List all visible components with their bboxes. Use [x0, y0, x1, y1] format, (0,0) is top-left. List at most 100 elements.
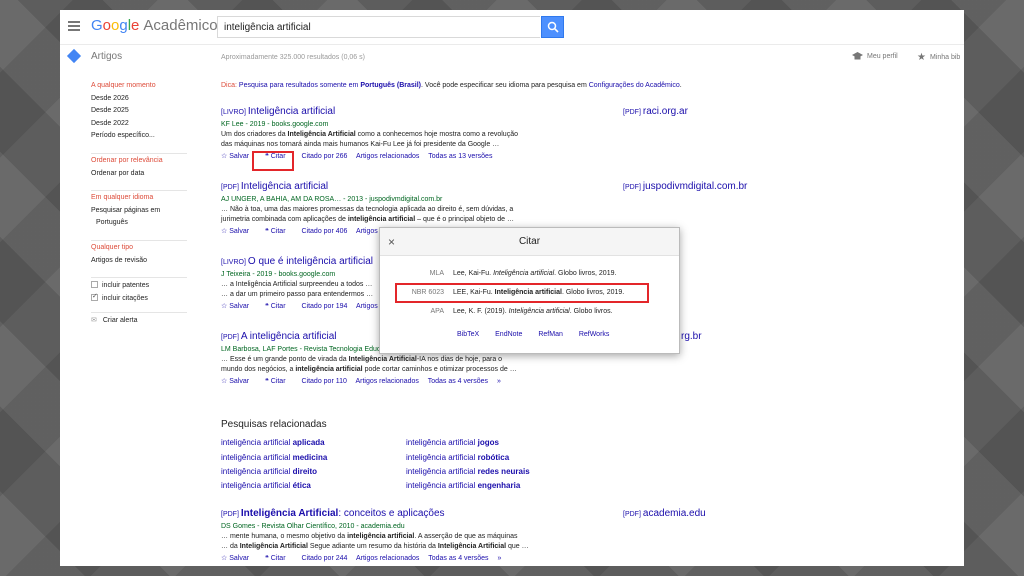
cite-dialog: × Citar MLA Lee, Kai-Fu. Inteligência ar… [379, 227, 680, 354]
result-tag: [PDF] [221, 334, 239, 341]
divider [91, 152, 187, 154]
cited-by-link[interactable]: Citado por 110 [301, 378, 346, 385]
export-links: BibTeX EndNote RefMan RefWorks [457, 331, 623, 338]
save-button[interactable]: ☆ Salvar [221, 303, 256, 310]
divider [91, 312, 187, 314]
time-filter-option[interactable]: Desde 2026 [91, 95, 191, 108]
cite-dialog-title: Citar [518, 236, 541, 247]
save-button[interactable]: ☆ Salvar [221, 153, 256, 160]
cited-by-link[interactable]: Citado por 244 [301, 555, 347, 562]
section-label[interactable]: Artigos [91, 51, 122, 62]
cite-button[interactable]: ❝ Citar [265, 555, 293, 562]
nbr-highlight-box [395, 283, 649, 303]
all-versions-link[interactable]: Todas as 4 versões [428, 555, 488, 562]
result-snippet: … mente humana, o mesmo objetivo da inte… [221, 533, 529, 550]
envelope-icon: ✉ [91, 317, 97, 325]
result-snippet: Um dos criadores da Inteligência Artific… [221, 131, 518, 148]
divider [91, 190, 187, 192]
result-title[interactable]: Inteligência artificial [248, 106, 335, 117]
related-search-link[interactable]: inteligência artificial jogos [406, 438, 499, 447]
hamburger-menu-icon[interactable] [68, 21, 80, 31]
cite-button[interactable]: ❝ Citar [265, 378, 293, 385]
scholar-settings-link[interactable]: Configurações do Acadêmico [589, 82, 680, 89]
result-title[interactable]: A inteligência artificial [241, 331, 337, 342]
articles-icon [66, 48, 82, 64]
all-versions-link[interactable]: Todas as 4 versões [428, 378, 488, 385]
result-tag: [PDF] [221, 184, 239, 191]
search-button[interactable] [541, 16, 564, 38]
result-tag: [PDF] [221, 511, 239, 518]
search-input[interactable]: inteligência artificial [217, 16, 540, 38]
checkbox-checked-icon [91, 292, 98, 301]
time-filter-selected[interactable]: A qualquer momento [91, 82, 191, 95]
sort-date[interactable]: Ordenar por data [91, 170, 191, 183]
related-search-link[interactable]: inteligência artificial medicina [221, 453, 327, 462]
save-button[interactable]: ☆ Salvar [221, 228, 256, 235]
time-filter-option[interactable]: Desde 2025 [91, 107, 191, 120]
endnote-link[interactable]: EndNote [495, 331, 522, 338]
lang-portuguese-label[interactable]: Português [91, 219, 191, 232]
related-search-link[interactable]: inteligência artificial robótica [406, 453, 509, 462]
create-alert-link[interactable]: ✉ Criar alerta [91, 316, 191, 329]
result-side-link[interactable]: [PDF] academia.edu [623, 508, 706, 519]
cite-dialog-header: × Citar [380, 228, 679, 256]
result-snippet: … Esse é um grande ponto de virada da In… [221, 356, 517, 373]
divider [91, 277, 187, 279]
results-area: Dica: Pesquisa para resultados somente e… [221, 82, 921, 562]
include-patents-checkbox[interactable]: incluir patentes [91, 281, 191, 294]
google-scholar-logo[interactable]: Google Acadêmico [91, 17, 218, 34]
related-search-link[interactable]: inteligência artificial aplicada [221, 438, 325, 447]
result-authors: KF Lee - 2019 - books.google.com [221, 121, 329, 128]
save-button[interactable]: ☆ Salvar [221, 555, 256, 562]
bibtex-link[interactable]: BibTeX [457, 331, 479, 338]
related-search-link[interactable]: inteligência artificial engenharia [406, 481, 520, 490]
result-title[interactable]: Inteligência Artificial: conceitos e apl… [241, 508, 445, 519]
result-title[interactable]: O que é inteligência artificial [248, 256, 373, 267]
all-versions-link[interactable]: Todas as 13 versões [428, 153, 492, 160]
result-authors: DS Gomes - Revista Olhar Científico, 201… [221, 523, 405, 530]
refworks-link[interactable]: RefWorks [579, 331, 610, 338]
browser-window: Google Acadêmico inteligência artificial … [60, 10, 964, 566]
graduation-cap-icon [852, 52, 863, 60]
lang-portuguese[interactable]: Pesquisar páginas em [91, 207, 191, 220]
sort-relevance[interactable]: Ordenar por relevância [91, 157, 191, 170]
type-any[interactable]: Qualquer tipo [91, 244, 191, 257]
divider [91, 239, 187, 241]
related-articles-link[interactable]: Artigos relacionados [356, 153, 419, 160]
my-library-link[interactable]: ★ Minha bib [917, 52, 960, 63]
result-side-link[interactable]: [PDF] juspodivmdigital.com.br [623, 181, 747, 192]
related-articles-link[interactable]: Artigos relacionados [356, 555, 419, 562]
related-search-link[interactable]: inteligência artificial direito [221, 467, 317, 476]
result-title[interactable]: Inteligência artificial [241, 181, 328, 192]
cited-by-link[interactable]: Citado por 406 [301, 228, 347, 235]
cited-by-link[interactable]: Citado por 266 [301, 153, 347, 160]
include-citations-checkbox[interactable]: incluir citações [91, 292, 191, 307]
result-tag: [LIVRO] [221, 109, 246, 116]
more-icon[interactable]: » [497, 378, 501, 385]
portuguese-results-link[interactable]: Pesquisa para resultados somente em Port… [239, 82, 421, 89]
cite-button[interactable]: ❝ Citar [265, 303, 293, 310]
result-authors: AJ UNGER, A BAHIA, AM DA ROSA… - 2013 - … [221, 196, 443, 203]
related-articles-link[interactable]: Artigos relacionados [355, 378, 418, 385]
result-side-link[interactable]: [PDF] raci.org.ar [623, 106, 688, 117]
cited-by-link[interactable]: Citado por 194 [301, 303, 347, 310]
result-side-link[interactable]: rg.br [681, 331, 702, 342]
time-filter-option[interactable]: Desde 2022 [91, 120, 191, 133]
cite-button[interactable]: ❝ Citar [265, 228, 293, 235]
time-filter-custom[interactable]: Período específico... [91, 132, 191, 145]
result-item: [PDF] Inteligência Artificial: conceitos … [221, 508, 561, 565]
save-button[interactable]: ☆ Salvar [221, 378, 256, 385]
checkbox-icon [91, 281, 98, 289]
related-searches-title: Pesquisas relacionadas [221, 419, 327, 430]
lang-any[interactable]: Em qualquer idioma [91, 194, 191, 207]
related-search-link[interactable]: inteligência artificial redes neurais [406, 467, 530, 476]
type-review[interactable]: Artigos de revisão [91, 257, 191, 270]
more-icon[interactable]: » [498, 555, 502, 562]
result-snippet: … Não à toa, uma das maiores promessas d… [221, 206, 515, 223]
cite-highlight-box [252, 151, 294, 171]
my-profile-link[interactable]: Meu perfil [852, 52, 898, 61]
result-tag: [LIVRO] [221, 259, 246, 266]
top-bar: Google Acadêmico inteligência artificial [60, 10, 964, 45]
refman-link[interactable]: RefMan [538, 331, 563, 338]
related-search-link[interactable]: inteligência artificial ética [221, 481, 311, 490]
